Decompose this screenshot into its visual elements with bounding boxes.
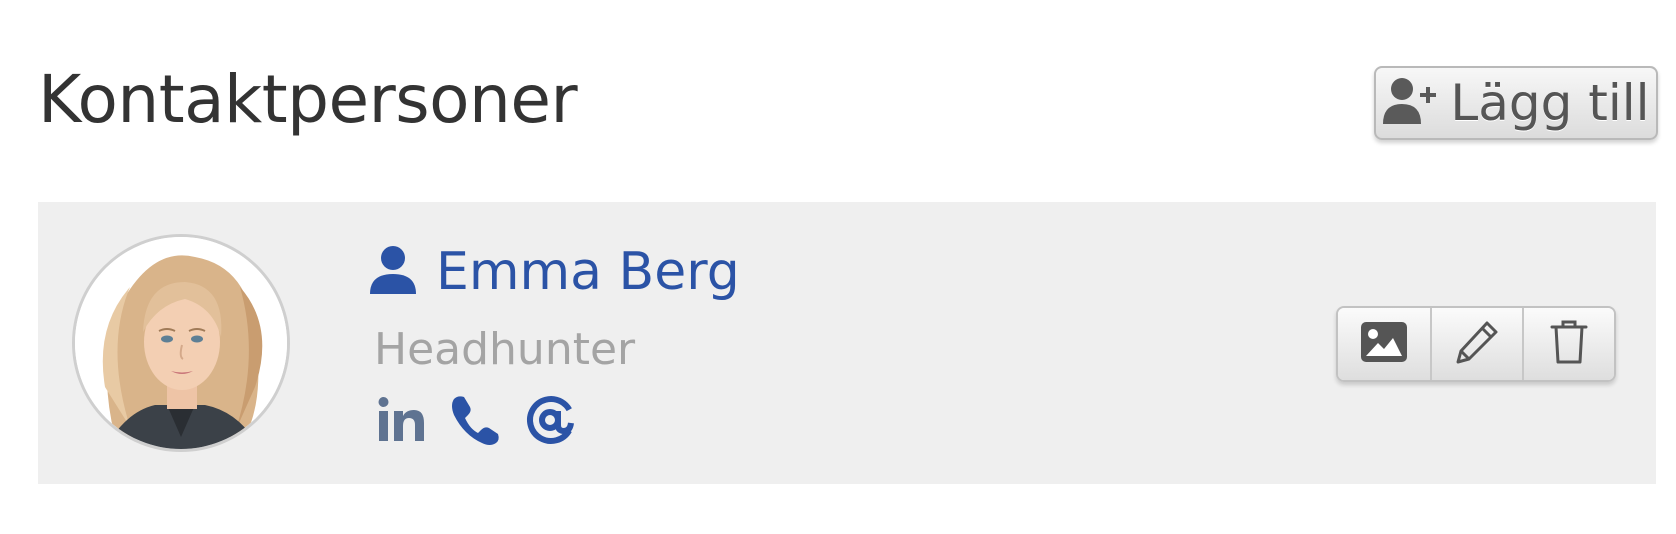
image-icon bbox=[1360, 321, 1408, 367]
pencil-icon bbox=[1453, 318, 1501, 370]
linkedin-icon[interactable] bbox=[376, 395, 426, 445]
phone-icon[interactable] bbox=[448, 393, 502, 447]
add-contact-button[interactable]: Lägg till bbox=[1374, 66, 1658, 140]
change-photo-button[interactable] bbox=[1338, 308, 1430, 380]
delete-contact-button[interactable] bbox=[1522, 308, 1614, 380]
avatar bbox=[72, 234, 290, 452]
user-icon bbox=[368, 244, 418, 300]
contact-actions bbox=[1336, 306, 1616, 382]
contact-info: Emma Berg Headhunter bbox=[368, 232, 740, 450]
page-title: Kontaktpersoner bbox=[38, 61, 578, 138]
contact-name-row: Emma Berg bbox=[368, 232, 740, 312]
at-icon[interactable] bbox=[524, 393, 578, 447]
trash-icon bbox=[1548, 318, 1590, 370]
user-plus-icon bbox=[1382, 76, 1442, 130]
edit-contact-button[interactable] bbox=[1430, 308, 1522, 380]
add-contact-label: Lägg till bbox=[1450, 74, 1650, 132]
social-links bbox=[376, 390, 740, 450]
contact-role: Headhunter bbox=[374, 324, 636, 375]
page-header: Kontaktpersoner Lägg till bbox=[38, 56, 1658, 140]
contact-card: Emma Berg Headhunter bbox=[38, 202, 1656, 484]
contact-name-link[interactable]: Emma Berg bbox=[436, 240, 740, 304]
